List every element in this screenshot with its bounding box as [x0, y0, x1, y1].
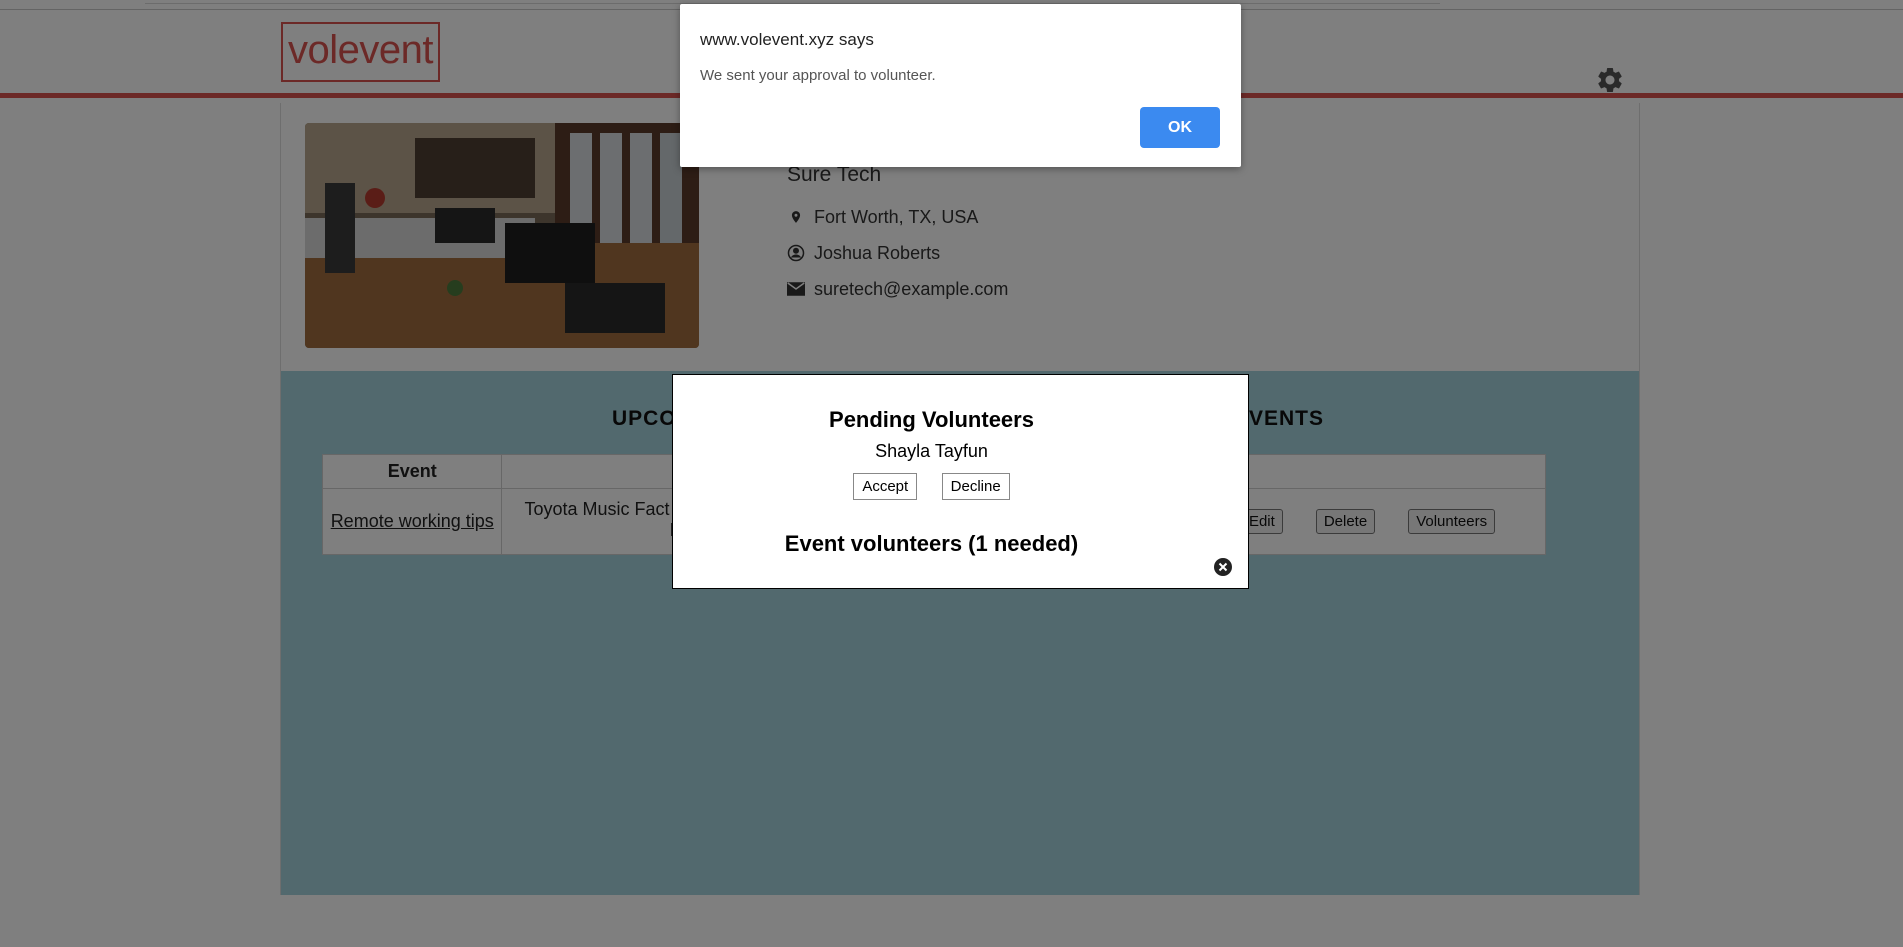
- pending-volunteers-modal: Pending Volunteers Shayla Tayfun Accept …: [672, 374, 1249, 589]
- close-circle-icon[interactable]: [1213, 557, 1233, 577]
- event-volunteers-heading: Event volunteers (1 needed): [784, 531, 1079, 556]
- alert-message: We sent your approval to volunteer.: [700, 67, 936, 84]
- alert-origin: www.volevent.xyz says: [700, 30, 874, 49]
- ok-button[interactable]: OK: [1140, 107, 1220, 148]
- decline-button[interactable]: Decline: [941, 473, 1010, 500]
- accept-button[interactable]: Accept: [853, 473, 918, 500]
- browser-alert-dialog: www.volevent.xyz says We sent your appro…: [680, 4, 1241, 167]
- volunteer-name: Shayla Tayfun: [875, 441, 988, 461]
- volunteer-actions: Accept Decline: [673, 473, 1190, 500]
- modal-title: Pending Volunteers: [829, 407, 1034, 432]
